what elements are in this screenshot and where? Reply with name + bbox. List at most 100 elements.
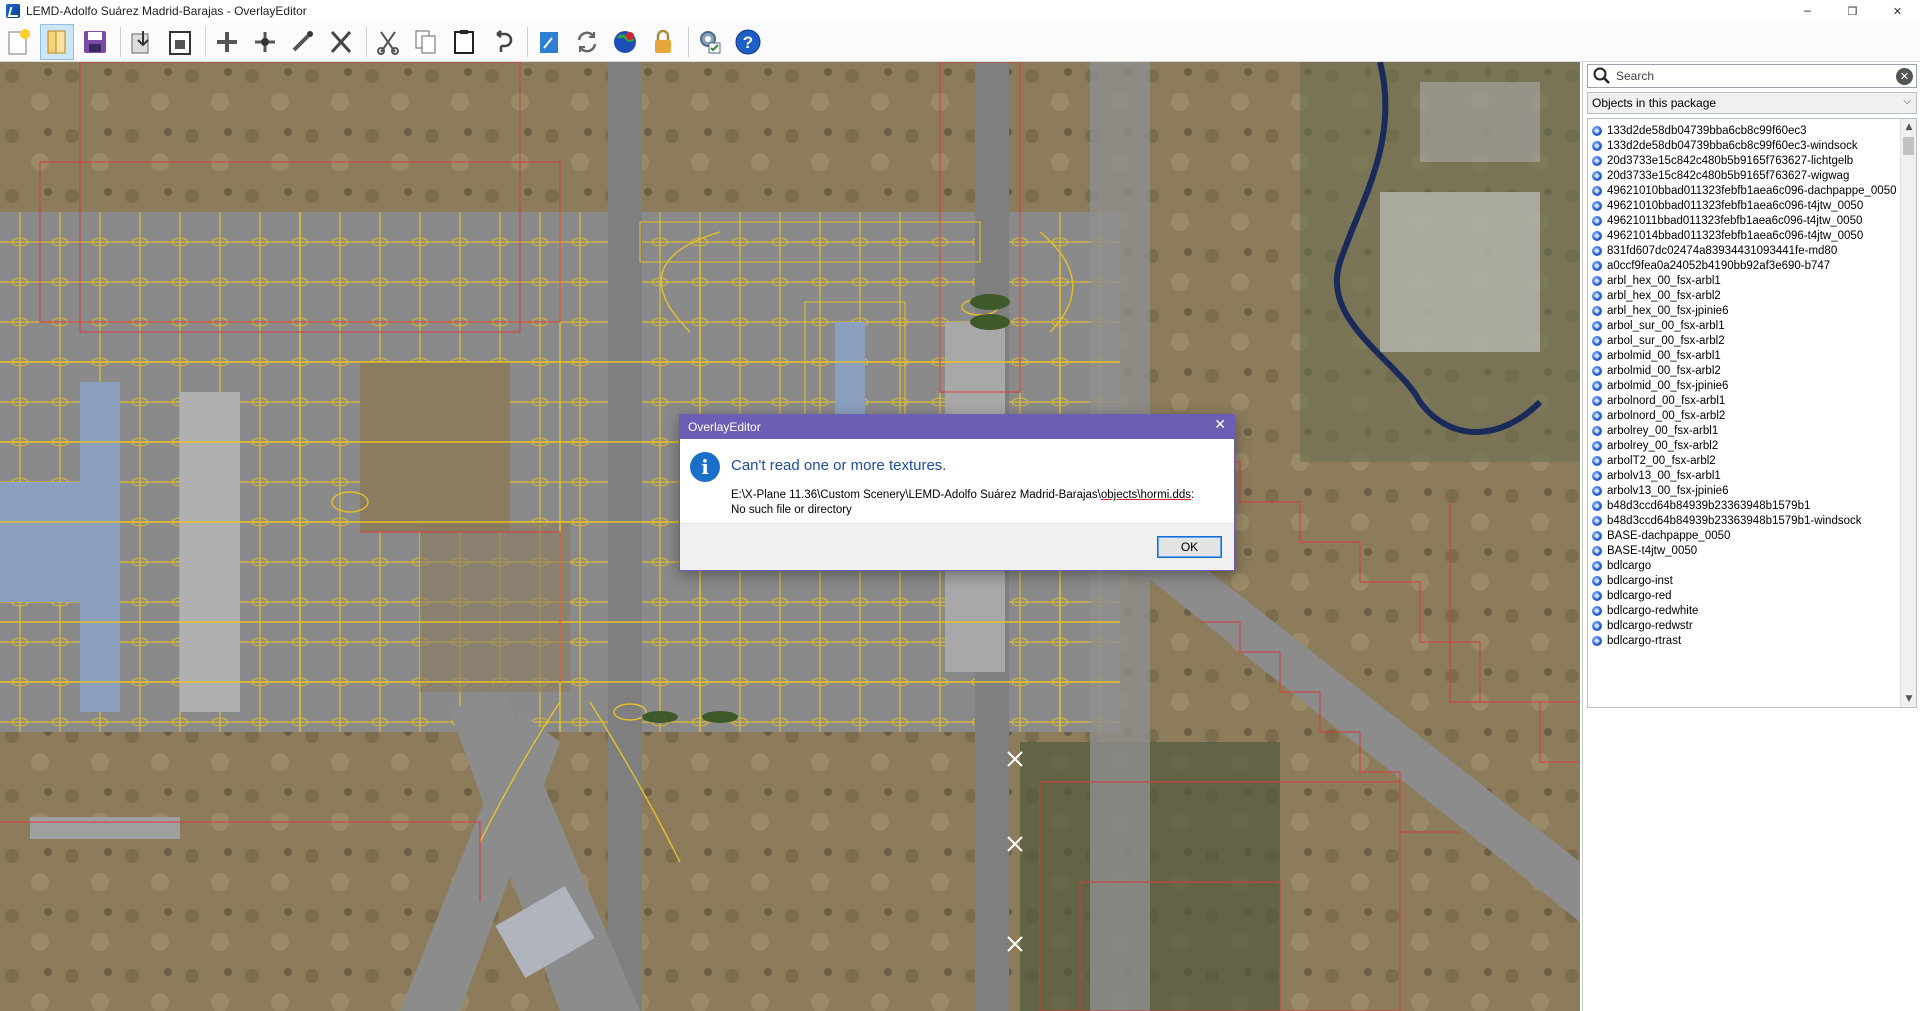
object-icon [1592,230,1602,241]
list-scrollbar[interactable]: ▲ ▼ [1900,119,1916,707]
cut-button[interactable] [371,24,405,60]
object-icon [1592,290,1602,301]
open-button[interactable] [40,23,74,60]
object-icon [1592,440,1602,451]
list-item[interactable]: 831fd607dc02474a83934431093441fe-md80 [1592,243,1916,258]
import-button[interactable] [125,24,159,60]
ok-button[interactable]: OK [1157,536,1222,558]
undo-button[interactable] [485,24,519,60]
list-item[interactable]: BASE-t4jtw_0050 [1592,543,1916,558]
object-name: arbolnord_00_fsx-arbl1 [1607,394,1726,407]
preferences-icon [700,30,721,53]
list-item[interactable]: arbolnord_00_fsx-arbl2 [1592,408,1916,423]
help-button[interactable]: ? [731,24,765,60]
close-window-button[interactable]: ✕ [1875,0,1920,22]
object-name: 49621014bbad011323febfb1aea6c096-t4jtw_0… [1607,229,1864,242]
list-item[interactable]: b48d3ccd64b84939b23363948b1579b1 [1592,498,1916,513]
refresh-icon [577,31,597,52]
list-item[interactable]: arbolv13_00_fsx-arbl1 [1592,468,1916,483]
list-item[interactable]: arbolmid_00_fsx-jpinie6 [1592,378,1916,393]
object-name: bdlcargo-redwhite [1607,604,1699,617]
list-item[interactable]: bdlcargo-redwstr [1592,618,1916,633]
dialog-body: i Can't read one or more textures. E:\X-… [680,439,1234,523]
list-item[interactable]: arbolnord_00_fsx-arbl1 [1592,393,1916,408]
object-icon [1592,185,1602,196]
object-name: a0ccf9fea0a24052b4190bb92af3e690-b747 [1607,259,1831,272]
list-item[interactable]: bdlcargo [1592,558,1916,573]
bring-front-icon [540,31,558,53]
search-box[interactable]: ✕ [1587,64,1917,88]
object-list[interactable]: 133d2de58db04739bba6cb8c99f60ec3 133d2de5… [1587,118,1917,708]
cut-icon [377,30,399,55]
object-icon [1592,545,1602,556]
list-item[interactable]: 49621014bbad011323febfb1aea6c096-t4jtw_0… [1592,228,1916,243]
paste-icon [454,29,474,54]
object-name: bdlcargo-red [1607,589,1672,602]
bring-front-button[interactable] [532,24,566,60]
list-item[interactable]: 20d3733e15c842c480b5b9165f763627-lichtge… [1592,153,1916,168]
toolbar-separator [205,26,206,57]
lock-button[interactable] [646,24,680,60]
list-item[interactable]: bdlcargo-red [1592,588,1916,603]
export-button[interactable] [163,24,197,60]
list-item[interactable]: 133d2de58db04739bba6cb8c99f60ec3 [1592,123,1916,138]
object-name: 20d3733e15c842c480b5b9165f763627-wigwag [1607,169,1850,182]
copy-button[interactable] [409,24,443,60]
object-name: arbolT2_00_fsx-arbl2 [1607,454,1716,467]
list-item[interactable]: arbol_sur_00_fsx-arbl2 [1592,333,1916,348]
edit-icon [292,30,313,51]
list-item[interactable]: arbolmid_00_fsx-arbl1 [1592,348,1916,363]
edit-button[interactable] [286,24,320,60]
save-button[interactable] [78,24,112,60]
globe-button[interactable] [608,24,642,60]
list-item[interactable]: 20d3733e15c842c480b5b9165f763627-wigwag [1592,168,1916,183]
dialog-close-icon[interactable]: ✕ [1214,417,1226,433]
object-name: arbolmid_00_fsx-arbl2 [1607,364,1721,377]
list-item[interactable]: 49621011bbad011323febfb1aea6c096-t4jtw_0… [1592,213,1916,228]
dialog-path-prefix: E:\X-Plane 11.36\Custom Scenery\LEMD-Ado… [731,489,1101,501]
object-name: arbolrey_00_fsx-arbl1 [1607,424,1719,437]
search-input[interactable] [1616,69,1886,83]
list-item[interactable]: arbl_hex_00_fsx-arbl1 [1592,273,1916,288]
list-item[interactable]: b48d3ccd64b84939b23363948b1579b1-windsoc… [1592,513,1916,528]
list-item[interactable]: arbol_sur_00_fsx-arbl1 [1592,318,1916,333]
add-node-button[interactable] [210,24,244,60]
list-item[interactable]: arbl_hex_00_fsx-arbl2 [1592,288,1916,303]
list-item[interactable]: arbolrey_00_fsx-arbl1 [1592,423,1916,438]
preferences-button[interactable] [693,24,727,60]
delete-button[interactable] [324,24,358,60]
list-item[interactable]: 133d2de58db04739bba6cb8c99f60ec3-windsoc… [1592,138,1916,153]
list-item[interactable]: 49621010bbad011323febfb1aea6c096-dachpap… [1592,183,1916,198]
list-item[interactable]: a0ccf9fea0a24052b4190bb92af3e690-b747 [1592,258,1916,273]
add-node-icon [217,31,237,52]
minimize-button[interactable]: ─ [1785,0,1830,22]
list-item[interactable]: bdlcargo-redwhite [1592,603,1916,618]
scroll-down-icon[interactable]: ▼ [1901,691,1916,707]
import-icon [131,30,149,53]
list-item[interactable]: bdlcargo-rtrast [1592,633,1916,648]
list-item[interactable]: arbolv13_00_fsx-jpinie6 [1592,483,1916,498]
list-item[interactable]: arbolT2_00_fsx-arbl2 [1592,453,1916,468]
clear-search-icon[interactable]: ✕ [1896,68,1913,85]
add-point-button[interactable] [248,24,282,60]
list-item[interactable]: arbolrey_00_fsx-arbl2 [1592,438,1916,453]
object-name: b48d3ccd64b84939b23363948b1579b1 [1607,499,1811,512]
list-item[interactable]: BASE-dachpappe_0050 [1592,528,1916,543]
list-item[interactable]: arbl_hex_00_fsx-jpinie6 [1592,303,1916,318]
paste-button[interactable] [447,24,481,60]
new-button[interactable] [2,24,36,60]
scroll-thumb[interactable] [1903,137,1914,155]
list-item[interactable]: bdlcargo-inst [1592,573,1916,588]
info-icon: i [690,452,720,482]
toolbar: ? [0,22,1920,62]
restore-button[interactable]: ❐ [1830,0,1875,22]
refresh-button[interactable] [570,24,604,60]
window-title: LEMD-Adolfo Suárez Madrid-Barajas - Over… [26,4,307,18]
object-name: bdlcargo [1607,559,1652,572]
object-icon [1592,560,1602,571]
scroll-up-icon[interactable]: ▲ [1901,119,1916,135]
package-filter-select[interactable]: Objects in this package ⌵ [1587,92,1917,114]
list-item[interactable]: arbolmid_00_fsx-arbl2 [1592,363,1916,378]
object-name: arbolnord_00_fsx-arbl2 [1607,409,1726,422]
list-item[interactable]: 49621010bbad011323febfb1aea6c096-t4jtw_0… [1592,198,1916,213]
